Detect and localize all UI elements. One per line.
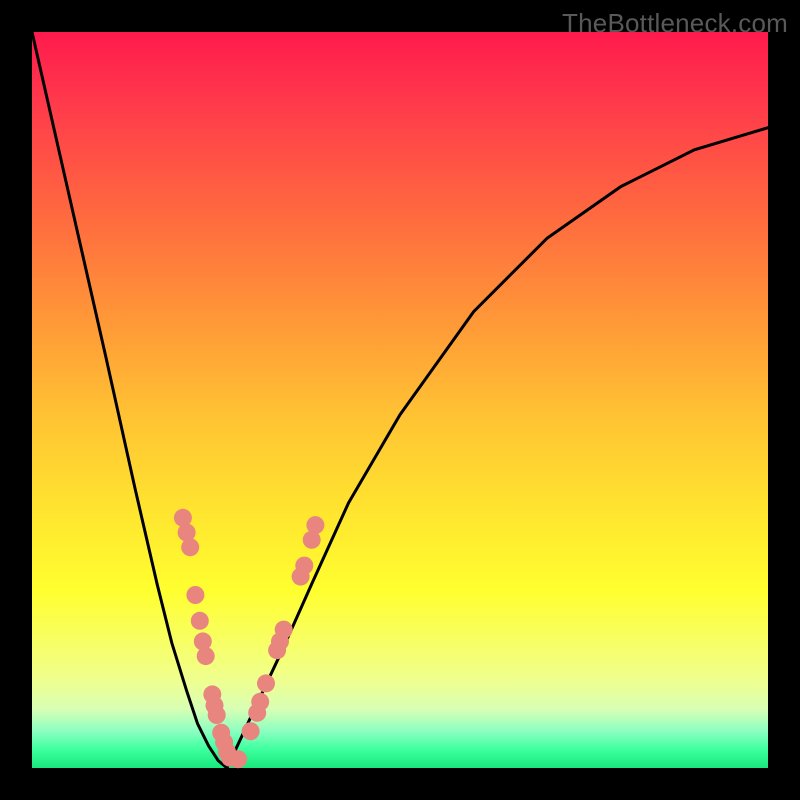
watermark-label: TheBottleneck.com [562, 8, 788, 39]
data-point [306, 516, 324, 534]
chart-svg [32, 32, 768, 768]
data-point [275, 621, 293, 639]
data-point [186, 586, 204, 604]
curve-layer [32, 32, 768, 768]
data-point [251, 693, 269, 711]
curve-right-curve [227, 128, 768, 768]
plot-area [32, 32, 768, 768]
data-point [208, 706, 226, 724]
chart-frame: TheBottleneck.com [0, 0, 800, 800]
data-point [197, 647, 215, 665]
data-point [229, 750, 247, 768]
data-point [257, 674, 275, 692]
data-point [191, 612, 209, 630]
data-point [181, 538, 199, 556]
data-point [242, 722, 260, 740]
data-point [295, 557, 313, 575]
marker-layer [174, 509, 325, 768]
